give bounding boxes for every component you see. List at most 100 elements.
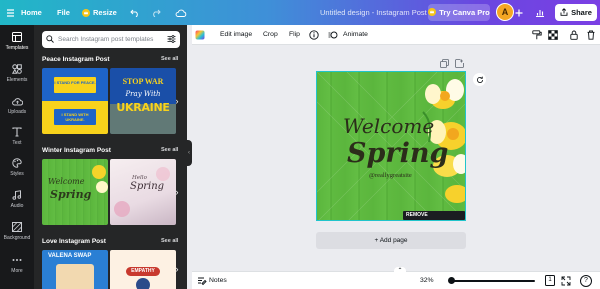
section-title-peace: Peace Instagram Post: [42, 56, 110, 63]
search-icon: [46, 34, 54, 45]
template-thumb-peace-1[interactable]: I STAND FOR PEACE. I STAND WITH UKRAINE.: [42, 68, 108, 134]
file-menu[interactable]: File: [57, 0, 70, 25]
rail-item-styles[interactable]: Styles: [0, 157, 34, 177]
rail-item-templates[interactable]: Templates: [0, 27, 34, 56]
filter-icon[interactable]: [167, 34, 176, 45]
color-swatch-icon[interactable]: [195, 30, 205, 40]
try-canva-pro-button[interactable]: Try Canva Pro: [428, 4, 490, 21]
rail-label: Uploads: [7, 109, 27, 115]
welcome-text[interactable]: Welcome: [343, 114, 434, 138]
fullscreen-icon[interactable]: [561, 276, 571, 288]
crown-icon: [82, 8, 90, 17]
pray-with-text: Pray With: [125, 90, 161, 98]
love-thumb-text: VALENA SWAP: [48, 253, 92, 259]
duplicate-page-icon[interactable]: [440, 59, 449, 70]
cloud-icon[interactable]: [175, 0, 187, 25]
rail-item-uploads[interactable]: Uploads: [0, 95, 34, 115]
redo-icon[interactable]: [151, 0, 161, 25]
see-all-peace-link[interactable]: See all: [161, 56, 178, 62]
rail-item-elements[interactable]: Elements: [0, 63, 34, 83]
audio-icon: [11, 189, 23, 201]
spring-thumb-text: Spring: [50, 188, 92, 201]
peace-thumb-bottom-text: I STAND WITH UKRAINE.: [54, 109, 96, 125]
styles-icon: [11, 157, 23, 169]
menu-icon[interactable]: [6, 0, 15, 25]
template-thumb-winter-1[interactable]: Welcome Spring: [42, 159, 108, 225]
spring-thumb-text-2: Spring: [130, 181, 165, 192]
bottom-bar: Notes ⌃ 32% 1 ?: [192, 267, 600, 289]
zoom-slider-track[interactable]: [450, 280, 535, 282]
rail-label: Templates: [5, 45, 29, 51]
refresh-icon[interactable]: [473, 73, 486, 86]
welcome-thumb-text: Welcome: [48, 177, 85, 186]
context-toolbar: Edit image Crop Flip Animate: [192, 25, 600, 45]
rail-label: Text: [12, 140, 22, 146]
add-page-button[interactable]: + Add page: [316, 232, 466, 249]
template-thumb-love-1[interactable]: VALENA SWAP: [42, 250, 108, 289]
flip-button[interactable]: Flip: [289, 25, 300, 45]
template-search: [42, 31, 180, 48]
zoom-slider-knob[interactable]: [448, 277, 456, 284]
chevron-up-icon[interactable]: ⌃: [394, 267, 406, 275]
avatar[interactable]: A: [496, 3, 514, 21]
notes-button[interactable]: Notes: [209, 277, 227, 284]
undo-icon[interactable]: [130, 0, 140, 25]
peace-thumb-top-text: I STAND FOR PEACE.: [54, 77, 96, 93]
rail-label: Elements: [6, 77, 28, 83]
chevron-right-icon[interactable]: ›: [172, 186, 182, 198]
top-bar: Home File Resize Untitled design - Insta…: [0, 0, 600, 25]
template-thumb-winter-2[interactable]: Hello Spring: [110, 159, 176, 225]
resize-label: Resize: [93, 8, 117, 17]
rail-label: Styles: [10, 171, 24, 177]
notes-icon: [197, 276, 207, 288]
plus-icon[interactable]: [515, 0, 523, 25]
share-upload-icon: [560, 7, 568, 18]
rail-item-text[interactable]: Text: [0, 126, 34, 146]
text-icon: [11, 126, 23, 138]
spring-text[interactable]: Spring: [347, 138, 448, 169]
document-title[interactable]: Untitled design - Instagram Post: [320, 0, 427, 25]
transparency-icon[interactable]: [548, 30, 558, 40]
see-all-love-link[interactable]: See all: [161, 238, 178, 244]
page-count[interactable]: 1: [545, 275, 555, 286]
lock-icon[interactable]: [569, 30, 579, 40]
analytics-icon[interactable]: [535, 0, 545, 25]
rail-item-audio[interactable]: Audio: [0, 189, 34, 209]
rail-item-more[interactable]: More: [0, 254, 34, 274]
zoom-percentage[interactable]: 32%: [420, 277, 434, 284]
design-page[interactable]: Welcome Spring @reallygreatsite REMOVE W…: [316, 71, 466, 221]
edit-image-button[interactable]: Edit image: [220, 25, 252, 45]
more-icon: [11, 254, 23, 266]
background-icon: [11, 221, 23, 233]
rail-item-background[interactable]: Background: [0, 221, 34, 241]
rail-label: More: [11, 268, 23, 274]
add-page-icon[interactable]: [455, 59, 464, 70]
share-label: Share: [571, 8, 592, 17]
resize-button[interactable]: Resize: [82, 0, 117, 25]
rail-label: Audio: [10, 203, 24, 209]
chevron-right-icon[interactable]: ›: [172, 263, 182, 275]
remove-watermarks-button[interactable]: REMOVE WATERMARKS: [403, 211, 465, 220]
see-all-winter-link[interactable]: See all: [161, 147, 178, 153]
animate-icon: [328, 30, 338, 40]
crop-button[interactable]: Crop: [263, 25, 278, 45]
template-thumb-love-2[interactable]: EMPATHY: [110, 250, 176, 289]
uploads-icon: [11, 95, 23, 107]
paint-roller-icon[interactable]: [532, 30, 542, 40]
handle-text[interactable]: @reallygreatsite: [369, 172, 412, 179]
trash-icon[interactable]: [586, 30, 596, 40]
left-rail: Templates Elements Uploads Text Styles A…: [0, 25, 34, 289]
ukraine-text: UKRAINE: [116, 101, 170, 114]
rail-label: Background: [3, 235, 31, 241]
section-title-winter: Winter Instagram Post: [42, 147, 111, 154]
help-icon[interactable]: ?: [580, 275, 592, 287]
elements-icon: [11, 63, 23, 75]
search-input[interactable]: [58, 36, 167, 43]
home-button[interactable]: Home: [21, 0, 42, 25]
chevron-right-icon[interactable]: ›: [172, 95, 182, 107]
section-title-love: Love Instagram Post: [42, 238, 106, 245]
info-icon[interactable]: [309, 30, 319, 40]
template-thumb-peace-2[interactable]: STOP WAR Pray With UKRAINE: [110, 68, 176, 134]
animate-button[interactable]: Animate: [343, 25, 368, 45]
share-button[interactable]: Share: [555, 4, 597, 21]
